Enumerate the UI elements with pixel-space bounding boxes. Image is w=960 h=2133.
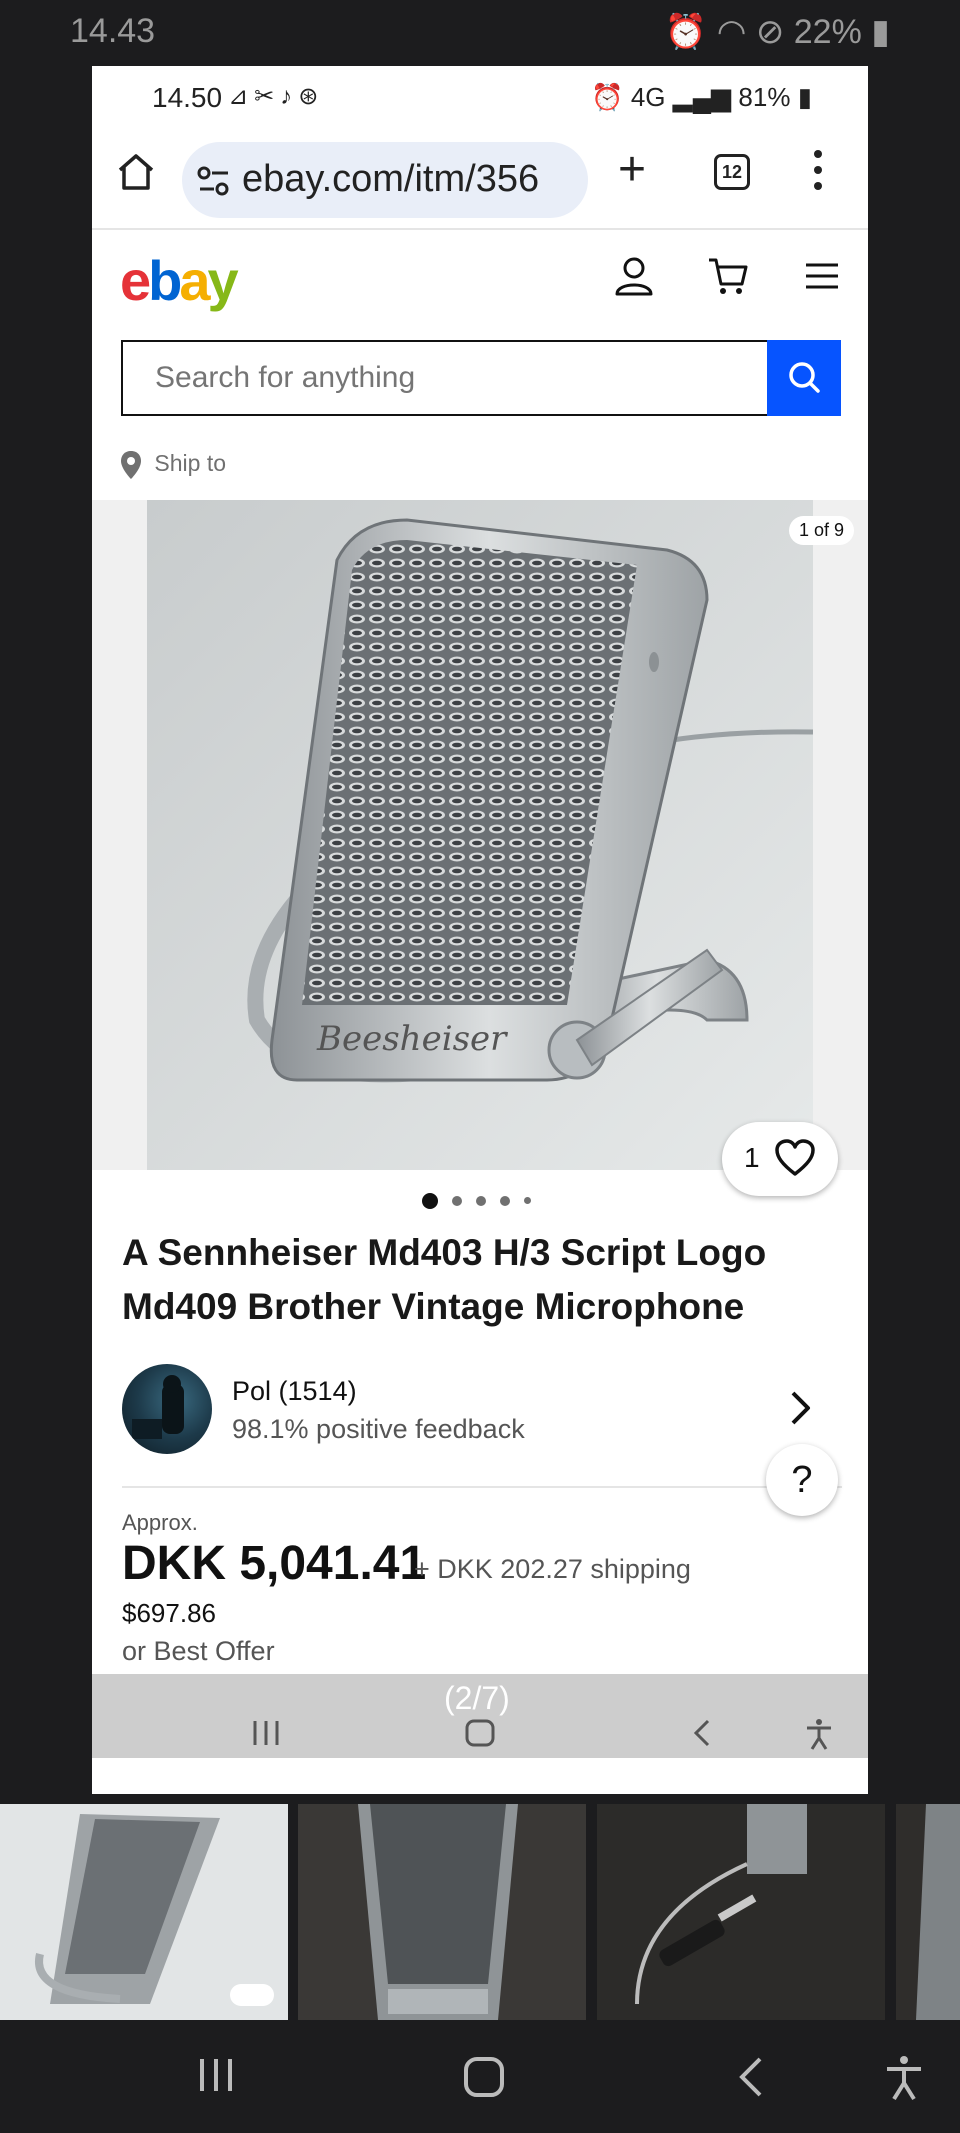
product-image[interactable]: Beesheiser [147, 500, 813, 1170]
outer-status-icons: ⏰ ◠ ⊘ 22% ▮ [665, 12, 890, 52]
pagination-dot[interactable] [500, 1195, 510, 1206]
heart-icon [775, 1139, 815, 1176]
site-settings-icon[interactable] [196, 164, 232, 198]
watch-count: 1 [744, 1142, 760, 1173]
new-tab-icon[interactable]: + [618, 146, 646, 194]
seller-avatar[interactable] [122, 1364, 212, 1454]
back-icon[interactable] [690, 1718, 714, 1748]
recent-apps-icon[interactable] [250, 1718, 282, 1748]
inner-status-icons: ⏰ 4G ▂▄▆ 81% ▮ [591, 82, 812, 113]
search-button[interactable] [767, 340, 841, 416]
pagination-dot[interactable] [476, 1195, 486, 1206]
best-offer-label: or Best Offer [122, 1636, 275, 1666]
home-icon[interactable] [464, 1718, 496, 1748]
network-label: 4G [630, 82, 666, 112]
accessibility-icon[interactable] [804, 1718, 834, 1750]
ebay-header: ebay [92, 230, 868, 326]
gallery-pagination-dots [422, 1192, 545, 1209]
page-indicator: (2/7) [444, 1680, 510, 1716]
help-button[interactable]: ? [766, 1444, 838, 1516]
recent-apps-icon[interactable] [196, 2055, 236, 2095]
alarm-icon: ⏰ [664, 13, 708, 51]
product-gallery[interactable]: Beesheiser 1 of 9 [92, 500, 868, 1170]
seller-feedback: 98.1% positive feedback [232, 1414, 525, 1444]
alarm-icon: ⏰ [591, 82, 624, 112]
price: DKK 5,041.41 [122, 1537, 427, 1590]
system-navigation-bar [0, 2021, 960, 2133]
seller-name: Pol (1514) [232, 1376, 357, 1406]
ebay-logo[interactable]: ebay [120, 248, 239, 313]
battery-icon: ▮ [871, 13, 890, 51]
ship-to-link[interactable]: Ship to [120, 450, 226, 480]
svg-text:Beesheiser: Beesheiser [316, 1019, 508, 1059]
accessibility-icon[interactable] [884, 2055, 924, 2101]
outer-battery: 22% [793, 13, 862, 51]
cart-icon[interactable] [706, 254, 750, 298]
approx-label: Approx. [122, 1510, 198, 1535]
back-icon[interactable] [736, 2055, 766, 2099]
pagination-dot[interactable] [524, 1197, 531, 1205]
inner-time: 14.50 [152, 82, 223, 113]
outer-status-bar: 14.43 ⏰ ◠ ⊘ 22% ▮ [0, 0, 960, 66]
address-bar[interactable]: ebay.com/itm/356 [182, 142, 588, 218]
notification-icons: ⊿✂♪⊛ [228, 83, 325, 110]
thumbnail-4[interactable] [896, 1804, 960, 2020]
menu-icon[interactable] [800, 254, 844, 298]
screenshot-thumbnail-strip [0, 1804, 960, 2020]
home-icon[interactable] [462, 2055, 506, 2099]
seller-info[interactable]: Pol (1514) 98.1% positive feedback [122, 1364, 842, 1460]
phone-screenshot: 14.50 ⊿✂♪⊛ ⏰ 4G ▂▄▆ 81% ▮ ebay.com/itm/3… [92, 66, 868, 1794]
search-icon [789, 362, 820, 393]
thumbnail-3[interactable] [597, 1804, 885, 2020]
thumbnail-1[interactable] [0, 1804, 288, 2020]
location-pin-icon [121, 451, 141, 479]
wifi-icon: ◠ [716, 13, 747, 51]
listing-title: A Sennheiser Md403 H/3 Script Logo Md409… [122, 1232, 767, 1327]
more-options-icon[interactable] [814, 150, 824, 190]
account-icon[interactable] [612, 254, 656, 298]
watch-button[interactable]: 1 [722, 1122, 838, 1196]
outer-time: 14.43 [70, 12, 156, 50]
home-icon[interactable] [114, 150, 158, 194]
usd-price: $697.86 [122, 1598, 216, 1628]
divider [122, 1486, 842, 1488]
battery-icon: ▮ [797, 82, 812, 112]
image-counter: 1 of 9 [788, 516, 854, 545]
pagination-dot[interactable] [422, 1192, 438, 1209]
tab-switcher-button[interactable]: 12 [714, 154, 750, 190]
thumbnail-2[interactable] [298, 1804, 586, 2020]
browser-toolbar: ebay.com/itm/356 + 12 [92, 124, 868, 230]
avatar-image [132, 1375, 184, 1439]
ship-to-label: Ship to [154, 450, 226, 477]
search-bar [121, 340, 841, 416]
shipping-cost: + DKK 202.27 shipping [414, 1554, 691, 1584]
inner-battery: 81% [738, 82, 791, 112]
chevron-right-icon[interactable] [788, 1388, 814, 1428]
pagination-dot[interactable] [452, 1195, 462, 1206]
inner-navigation-bar: (2/7) [92, 1674, 868, 1758]
dnd-icon: ⊘ [755, 13, 785, 51]
url-text: ebay.com/itm/356 [242, 158, 540, 200]
signal-icon: ▂▄▆ [672, 82, 732, 112]
inner-status-bar: 14.50 ⊿✂♪⊛ ⏰ 4G ▂▄▆ 81% ▮ [92, 66, 868, 124]
search-input[interactable] [121, 340, 767, 416]
